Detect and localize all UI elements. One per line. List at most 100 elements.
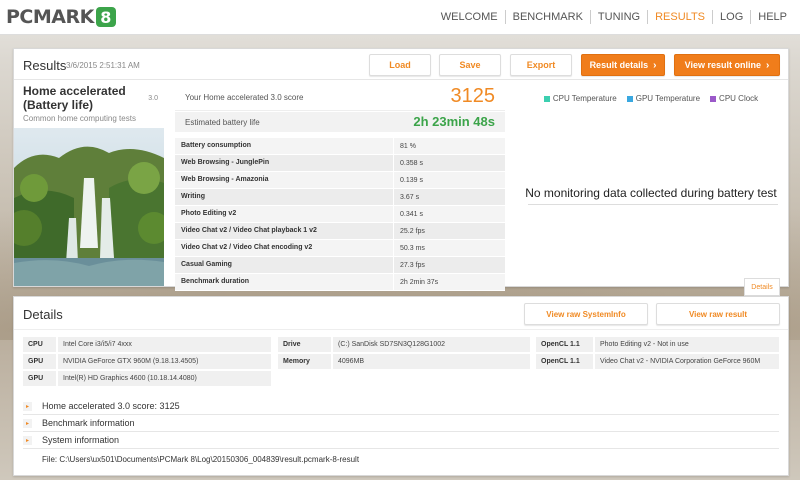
expander-label: Home accelerated 3.0 score: 3125: [42, 401, 180, 411]
export-button[interactable]: Export: [510, 54, 572, 76]
view-online-label: View result online: [684, 60, 761, 70]
hardware-list-2: Drive (C:) SanDisk SD7SN3Q128G1002 Memory 4…: [278, 337, 530, 371]
hardware-value: Photo Editing v2 - Not in use: [595, 337, 779, 352]
nav-help[interactable]: HELP: [750, 10, 794, 24]
subtest-value: 2h 2min 37s: [400, 278, 439, 286]
results-panel: Results 3/6/2015 2:51:31 AM Load Save Ex…: [13, 48, 789, 296]
hardware-list-3: OpenCL 1.1 Photo Editing v2 - Not in use O…: [536, 337, 779, 371]
hardware-key: OpenCL 1.1: [536, 337, 593, 352]
legend-cpu-clock[interactable]: CPU Clock: [710, 94, 758, 103]
divider: [14, 329, 788, 330]
nav-tuning[interactable]: TUNING: [589, 10, 647, 24]
results-date: 3/6/2015 2:51:31 AM: [66, 61, 140, 70]
battery-label: Estimated battery life: [185, 118, 260, 127]
hardware-row: GPU NVIDIA GeForce GTX 960M (9.18.13.4505…: [23, 354, 271, 369]
subtest-name: Writing: [175, 189, 394, 205]
result-details-label: Result details: [589, 60, 649, 70]
test-subtitle: Common home computing tests: [23, 114, 136, 123]
battery-row: Estimated battery life 2h 23min 48s: [175, 112, 505, 132]
subtest-name: Video Chat v2 / Video Chat encoding v2: [175, 240, 394, 256]
result-details-button[interactable]: Result details ›: [581, 54, 665, 76]
legend-label: CPU Temperature: [552, 94, 617, 103]
legend-swatch: [710, 95, 717, 102]
subtest-row: Writing 3.67 s: [175, 189, 505, 206]
subtest-row: Benchmark duration 2h 2min 37s: [175, 274, 505, 291]
subtest-name: Photo Editing v2: [175, 206, 394, 222]
load-label: Load: [389, 60, 411, 70]
battery-value: 2h 23min 48s: [413, 114, 495, 129]
export-label: Export: [526, 60, 556, 70]
legend-cpu-temperature[interactable]: CPU Temperature: [543, 94, 617, 103]
details-panel: Details View raw SystemInfo View raw res…: [13, 296, 789, 476]
hardware-row: GPU Intel(R) HD Graphics 4600 (10.18.14.4…: [23, 371, 271, 386]
hardware-list-1: CPU Intel Core i3/i5/i7 4xxx GPU NVIDIA GeF…: [23, 337, 271, 388]
subtest-value: 81 %: [400, 142, 416, 150]
subtest-name: Web Browsing - Amazonia: [175, 172, 394, 188]
expander-label: Benchmark information: [42, 418, 135, 428]
subtest-table: Battery consumption 81 % Web Browsing - Ju…: [175, 138, 505, 291]
no-data-message: No monitoring data collected during batt…: [525, 186, 777, 200]
hardware-key: OpenCL 1.1: [536, 354, 593, 369]
subtest-name: Casual Gaming: [175, 257, 394, 273]
legend-gpu-temperature[interactable]: GPU Temperature: [626, 94, 701, 103]
view-raw-systeminfo-button[interactable]: View raw SystemInfo: [524, 303, 648, 325]
top-bar: PCMARK 8 WELCOME BENCHMARK TUNING RESULT…: [0, 0, 800, 35]
expand-arrow-icon: ▸: [23, 418, 32, 428]
subtest-value: 25.2 fps: [400, 227, 425, 235]
score-value: 3125: [450, 85, 496, 107]
expander-score[interactable]: ▸ Home accelerated 3.0 score: 3125: [23, 398, 779, 415]
hardware-value: Intel(R) HD Graphics 4600 (10.18.14.4080…: [58, 371, 271, 386]
subtest-name: Battery consumption: [175, 138, 394, 154]
hardware-row: CPU Intel Core i3/i5/i7 4xxx: [23, 337, 271, 352]
monitoring-area: CPU Temperature GPU Temperature CPU Cloc…: [514, 80, 788, 286]
hardware-value: 4096MB: [333, 354, 530, 369]
nav-welcome[interactable]: WELCOME: [434, 10, 505, 24]
expander-label: System information: [42, 435, 120, 445]
nav-log[interactable]: LOG: [712, 10, 750, 24]
hardware-row: Drive (C:) SanDisk SD7SN3Q128G1002: [278, 337, 530, 352]
hardware-value: Video Chat v2 - NVIDIA Corporation GeFor…: [595, 354, 779, 369]
subtest-name: Benchmark duration: [175, 274, 394, 290]
hardware-key: Memory: [278, 354, 331, 369]
legend-swatch: [626, 95, 633, 102]
hardware-value: (C:) SanDisk SD7SN3Q128G1002: [333, 337, 530, 352]
test-name: Home accelerated (Battery life): [23, 84, 126, 112]
monitor-details-button[interactable]: Details: [744, 278, 780, 296]
test-version: 3.0: [148, 95, 158, 102]
nav-results[interactable]: RESULTS: [647, 10, 712, 24]
view-raw-result-button[interactable]: View raw result: [656, 303, 780, 325]
nav-benchmark[interactable]: BENCHMARK: [504, 10, 590, 24]
subtest-name: Web Browsing - JunglePin: [175, 155, 394, 171]
result-file-path: File: C:\Users\ux501\Documents\PCMark 8\…: [42, 455, 360, 464]
subtest-row: Video Chat v2 / Video Chat playback 1 v2…: [175, 223, 505, 240]
hardware-value: Intel Core i3/i5/i7 4xxx: [58, 337, 271, 352]
subtest-row: Video Chat v2 / Video Chat encoding v2 50…: [175, 240, 505, 257]
chevron-right-icon: ›: [653, 59, 657, 71]
legend-swatch: [543, 95, 550, 102]
view-online-button[interactable]: View result online ›: [674, 54, 780, 76]
monitor-legend: CPU Temperature GPU Temperature CPU Cloc…: [514, 94, 788, 103]
hardware-key: Drive: [278, 337, 331, 352]
hardware-key: GPU: [23, 371, 56, 386]
hardware-row: Memory 4096MB: [278, 354, 530, 369]
legend-label: CPU Clock: [719, 94, 759, 103]
test-card: Home accelerated (Battery life) 3.0 Comm…: [14, 80, 164, 286]
save-button[interactable]: Save: [439, 54, 501, 76]
waterfall-image: [14, 128, 164, 286]
expander-system-information[interactable]: ▸ System information: [23, 432, 779, 449]
score-label: Your Home accelerated 3.0 score: [185, 93, 304, 102]
subtest-value: 3.67 s: [400, 193, 420, 201]
expander-benchmark-information[interactable]: ▸ Benchmark information: [23, 415, 779, 432]
details-title: Details: [23, 307, 63, 322]
hardware-row: OpenCL 1.1 Video Chat v2 - NVIDIA Corpora…: [536, 354, 779, 369]
load-button[interactable]: Load: [369, 54, 431, 76]
subtest-row: Web Browsing - Amazonia 0.139 s: [175, 172, 505, 189]
logo-text: PCMARK: [6, 6, 94, 28]
results-title: Results: [23, 58, 67, 73]
subtest-row: Battery consumption 81 %: [175, 138, 505, 155]
hardware-key: CPU: [23, 337, 56, 352]
subtest-value: 0.139 s: [400, 176, 423, 184]
subtest-value: 27.3 fps: [400, 261, 425, 269]
pcmark-logo: PCMARK 8: [6, 6, 116, 28]
legend-label: GPU Temperature: [635, 94, 701, 103]
